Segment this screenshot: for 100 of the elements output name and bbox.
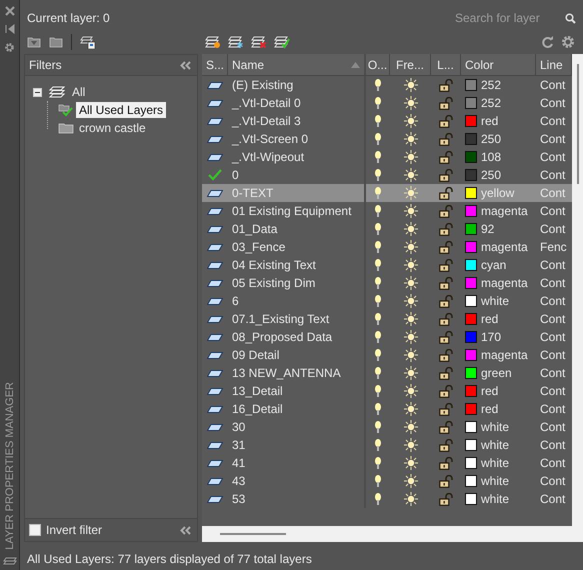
lightbulb-on-icon[interactable] bbox=[375, 295, 381, 307]
layer-row[interactable]: 13 NEW_ANTENNA green Cont bbox=[202, 364, 572, 382]
color-swatch[interactable] bbox=[465, 241, 477, 253]
color-swatch[interactable] bbox=[465, 277, 477, 289]
open-padlock-icon[interactable] bbox=[439, 348, 453, 362]
lightbulb-on-icon[interactable] bbox=[375, 115, 381, 127]
color-swatch[interactable] bbox=[465, 385, 477, 397]
sun-icon[interactable] bbox=[404, 240, 418, 254]
open-padlock-icon[interactable] bbox=[439, 276, 453, 290]
color-swatch[interactable] bbox=[465, 133, 477, 145]
color-swatch[interactable] bbox=[465, 313, 477, 325]
auto-hide-icon[interactable] bbox=[4, 24, 14, 34]
color-swatch[interactable] bbox=[465, 295, 477, 307]
lightbulb-on-icon[interactable] bbox=[375, 367, 381, 379]
tree-item[interactable]: All Used Layers bbox=[76, 102, 166, 118]
lightbulb-on-icon[interactable] bbox=[375, 187, 381, 199]
sun-icon[interactable] bbox=[404, 492, 418, 506]
open-padlock-icon[interactable] bbox=[439, 240, 453, 254]
color-swatch[interactable] bbox=[465, 403, 477, 415]
color-swatch[interactable] bbox=[465, 475, 477, 487]
sun-icon[interactable] bbox=[404, 78, 418, 92]
column-header[interactable]: S... bbox=[202, 54, 228, 75]
sun-icon[interactable] bbox=[404, 150, 418, 164]
layer-row[interactable]: 16_Detail red Cont bbox=[202, 400, 572, 418]
sun-icon[interactable] bbox=[404, 258, 418, 272]
sun-icon[interactable] bbox=[404, 384, 418, 398]
color-swatch[interactable] bbox=[465, 187, 477, 199]
layer-row[interactable]: 01_Data 92 Cont bbox=[202, 220, 572, 238]
delete-layer-icon[interactable] bbox=[251, 36, 267, 48]
sun-icon[interactable] bbox=[404, 114, 418, 128]
color-swatch[interactable] bbox=[465, 331, 477, 343]
sun-icon[interactable] bbox=[404, 402, 418, 416]
open-padlock-icon[interactable] bbox=[439, 78, 453, 92]
lightbulb-on-icon[interactable] bbox=[375, 97, 381, 109]
sun-icon[interactable] bbox=[404, 204, 418, 218]
collapse-toggle[interactable] bbox=[33, 88, 42, 96]
open-padlock-icon[interactable] bbox=[439, 222, 453, 236]
sun-icon[interactable] bbox=[404, 276, 418, 290]
color-swatch[interactable] bbox=[465, 349, 477, 361]
color-swatch[interactable] bbox=[465, 169, 477, 181]
open-padlock-icon[interactable] bbox=[439, 312, 453, 326]
sun-icon[interactable] bbox=[404, 222, 418, 236]
open-padlock-icon[interactable] bbox=[439, 474, 453, 488]
open-padlock-icon[interactable] bbox=[439, 492, 453, 506]
layer-row[interactable]: 6 white Cont bbox=[202, 292, 572, 310]
invert-filter-label[interactable]: Invert filter bbox=[46, 523, 102, 537]
tree-item[interactable]: crown castle bbox=[76, 120, 149, 136]
new-group-filter-icon[interactable] bbox=[49, 36, 63, 48]
new-layer-icon[interactable] bbox=[205, 36, 221, 48]
open-padlock-icon[interactable] bbox=[439, 330, 453, 344]
layer-row[interactable]: 04 Existing Text cyan Cont bbox=[202, 256, 572, 274]
layer-row[interactable]: 07.1_Existing Text red Cont bbox=[202, 310, 572, 328]
layer-row[interactable]: 03_Fence magenta Fenc bbox=[202, 238, 572, 256]
settings-icon[interactable] bbox=[4, 42, 15, 53]
open-padlock-icon[interactable] bbox=[439, 384, 453, 398]
lightbulb-on-icon[interactable] bbox=[375, 331, 381, 343]
lightbulb-on-icon[interactable] bbox=[375, 313, 381, 325]
open-padlock-icon[interactable] bbox=[439, 168, 453, 182]
open-padlock-icon[interactable] bbox=[439, 150, 453, 164]
lightbulb-on-icon[interactable] bbox=[375, 403, 381, 415]
color-swatch[interactable] bbox=[465, 439, 477, 451]
lightbulb-on-icon[interactable] bbox=[375, 277, 381, 289]
sun-icon[interactable] bbox=[404, 420, 418, 434]
color-swatch[interactable] bbox=[465, 493, 477, 505]
open-padlock-icon[interactable] bbox=[439, 366, 453, 380]
layer-row[interactable]: 13_Detail red Cont bbox=[202, 382, 572, 400]
set-current-icon[interactable] bbox=[274, 36, 290, 48]
layer-row[interactable]: _.Vtl-Screen 0 250 Cont bbox=[202, 130, 572, 148]
lightbulb-on-icon[interactable] bbox=[375, 385, 381, 397]
open-padlock-icon[interactable] bbox=[439, 456, 453, 470]
open-padlock-icon[interactable] bbox=[439, 132, 453, 146]
lightbulb-on-icon[interactable] bbox=[375, 421, 381, 433]
color-swatch[interactable] bbox=[465, 223, 477, 235]
layer-row[interactable]: (E) Existing 252 Cont bbox=[202, 76, 572, 94]
color-swatch[interactable] bbox=[465, 457, 477, 469]
layer-row[interactable]: 05 Existing Dim magenta Cont bbox=[202, 274, 572, 292]
lightbulb-on-icon[interactable] bbox=[375, 457, 381, 469]
column-header[interactable]: L... bbox=[431, 54, 461, 75]
open-padlock-icon[interactable] bbox=[439, 204, 453, 218]
sun-icon[interactable] bbox=[404, 294, 418, 308]
sun-icon[interactable] bbox=[404, 366, 418, 380]
layer-row[interactable]: 41 white Cont bbox=[202, 454, 572, 472]
layer-row[interactable]: 31 white Cont bbox=[202, 436, 572, 454]
color-swatch[interactable] bbox=[465, 421, 477, 433]
lightbulb-on-icon[interactable] bbox=[375, 223, 381, 235]
new-property-filter-icon[interactable] bbox=[27, 36, 41, 48]
color-swatch[interactable] bbox=[465, 79, 477, 91]
open-padlock-icon[interactable] bbox=[439, 402, 453, 416]
layer-row[interactable]: 08_Proposed Data 170 Cont bbox=[202, 328, 572, 346]
refresh-icon[interactable] bbox=[541, 36, 554, 48]
close-icon[interactable] bbox=[4, 6, 14, 16]
sun-icon[interactable] bbox=[404, 330, 418, 344]
layer-row[interactable]: 53 white Cont bbox=[202, 490, 572, 508]
sun-icon[interactable] bbox=[404, 96, 418, 110]
layer-row[interactable]: _.Vtl-Detail 3 red Cont bbox=[202, 112, 572, 130]
open-padlock-icon[interactable] bbox=[439, 258, 453, 272]
color-swatch[interactable] bbox=[465, 151, 477, 163]
sun-icon[interactable] bbox=[404, 438, 418, 452]
color-swatch[interactable] bbox=[465, 259, 477, 271]
lightbulb-on-icon[interactable] bbox=[375, 349, 381, 361]
